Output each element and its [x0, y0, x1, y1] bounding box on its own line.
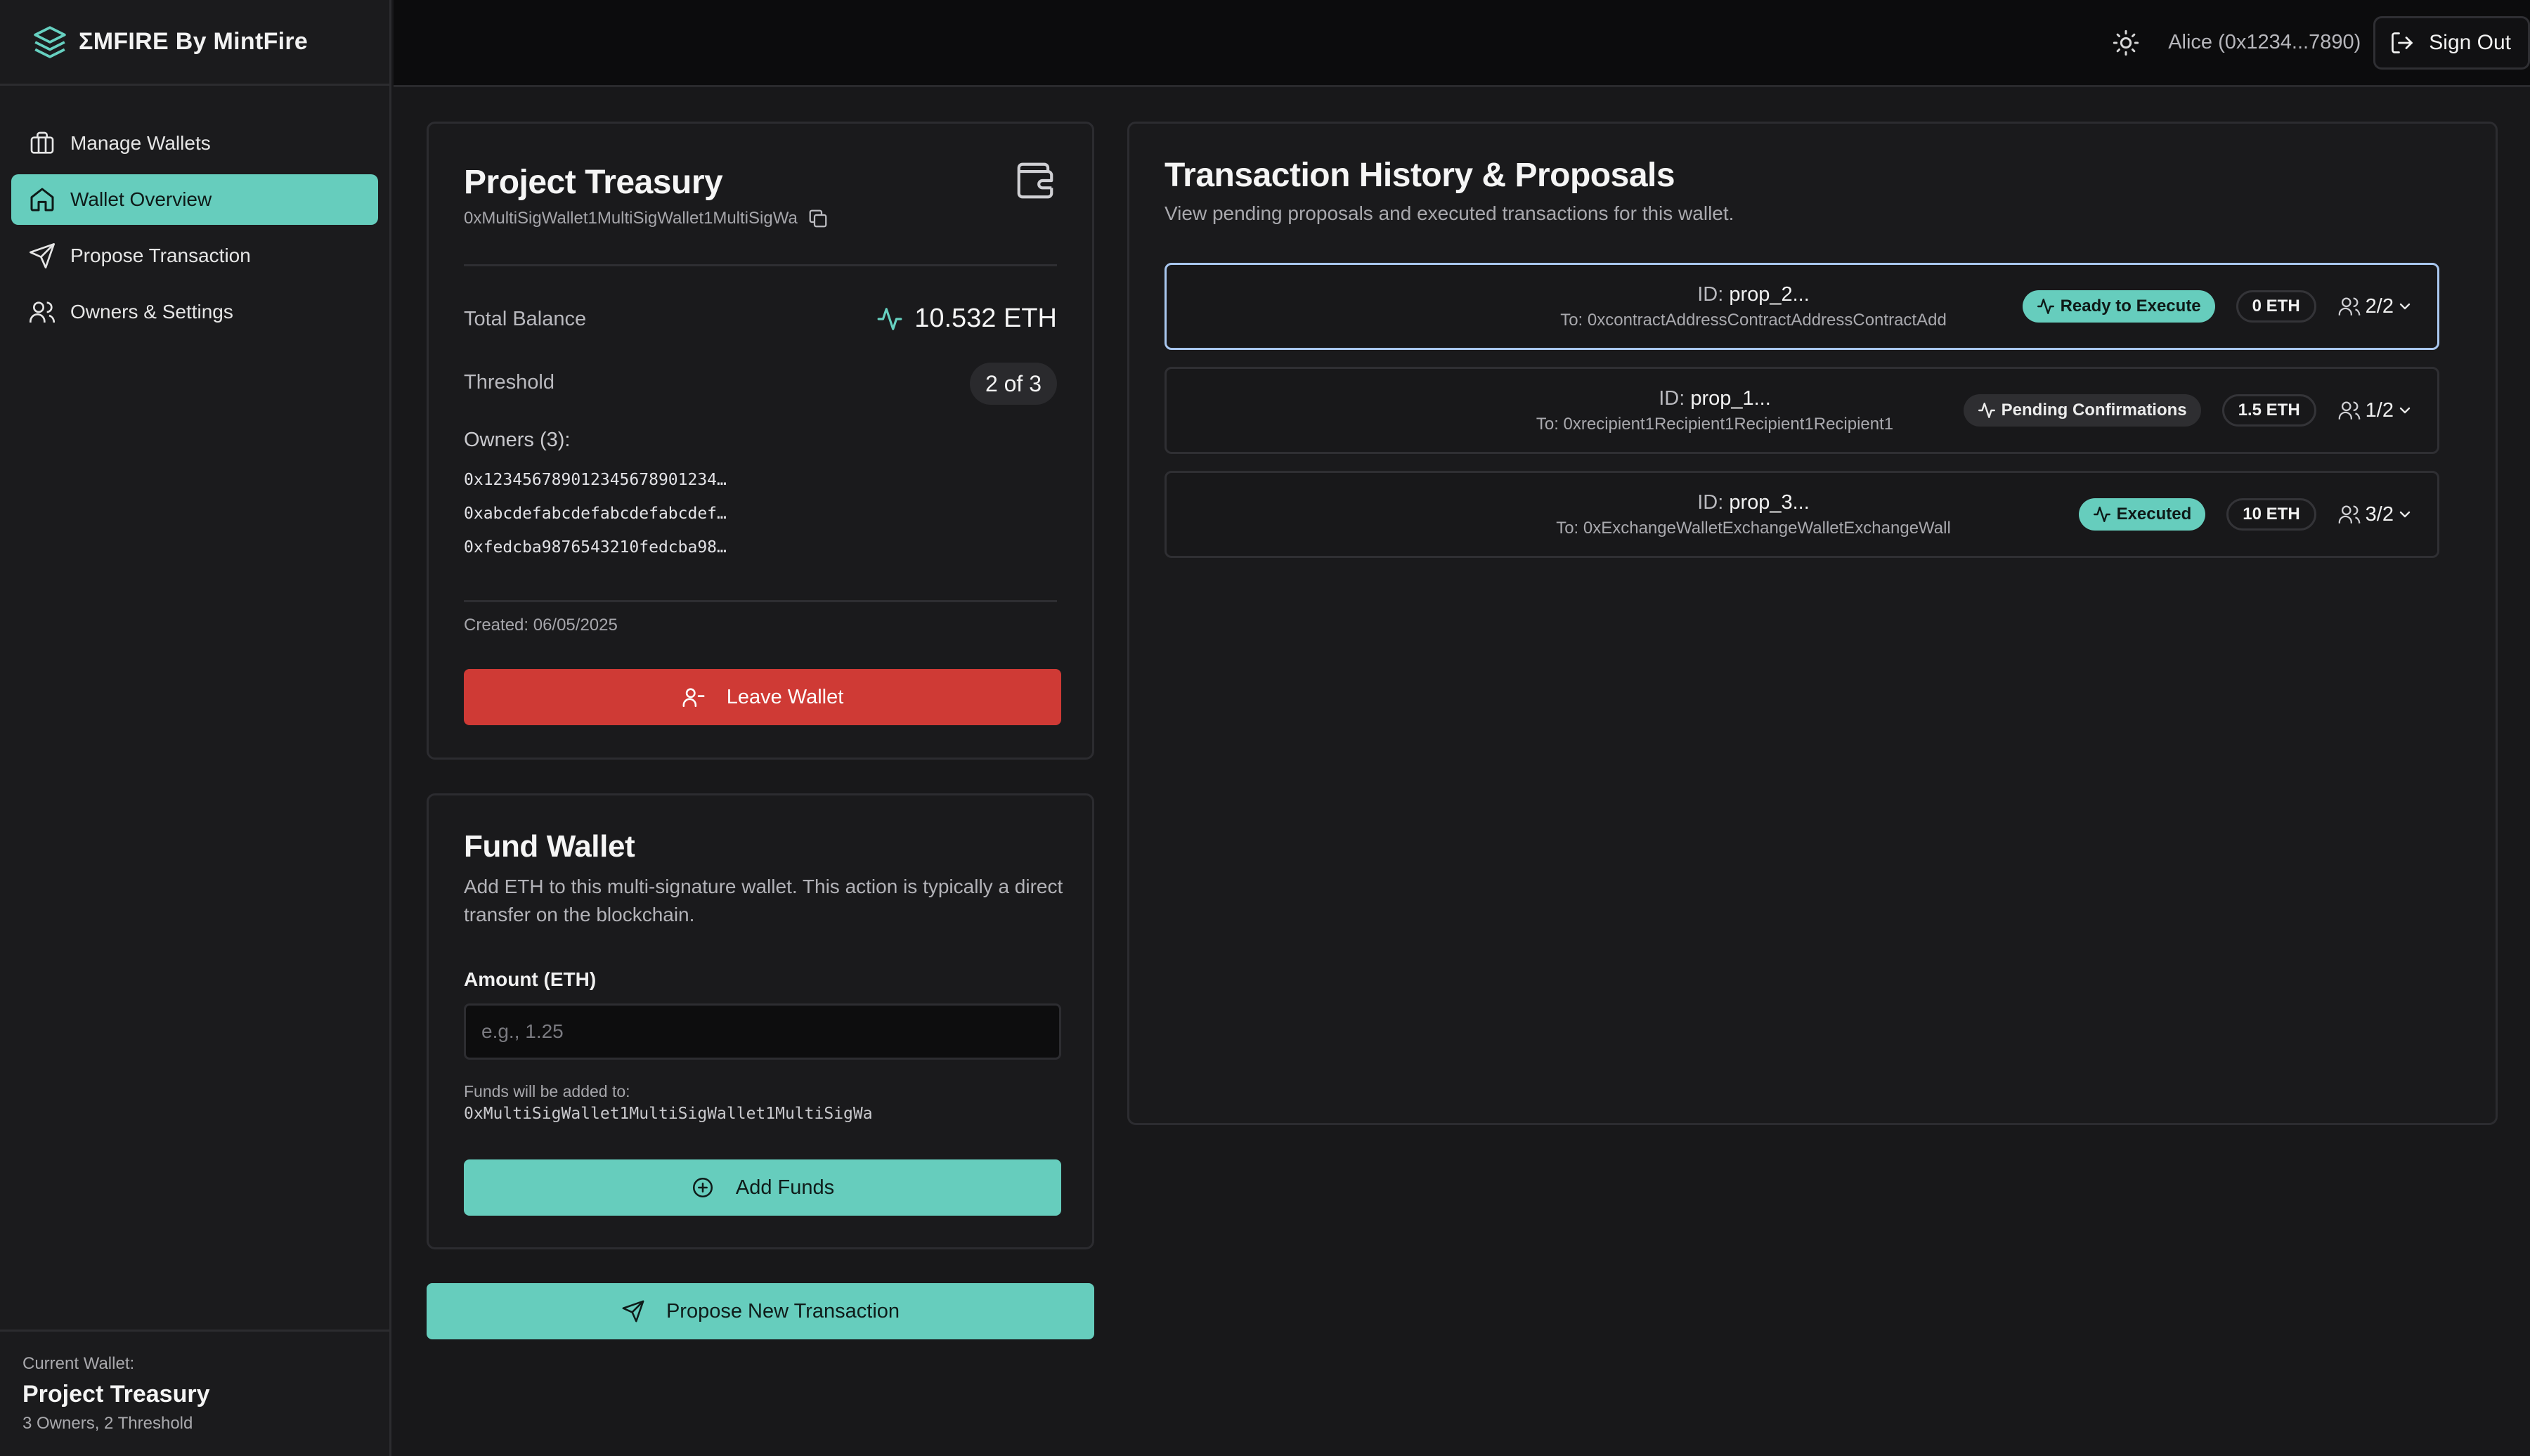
threshold-label: Threshold — [464, 371, 554, 394]
transaction-history-card: Transaction History & Proposals View pen… — [1127, 122, 2498, 1125]
sidebar-item-label: Owners & Settings — [70, 301, 233, 323]
leave-wallet-label: Leave Wallet — [726, 685, 844, 708]
fund-wallet-description: Add ETH to this multi-signature wallet. … — [464, 876, 1063, 925]
activity-icon — [2093, 507, 2110, 522]
owner-address: 0xfedcba9876543210fedcba98… — [464, 538, 727, 557]
amount-badge: 1.5 ETH — [2221, 394, 2316, 427]
wallet-address-text: 0xMultiSigWallet1MultiSigWallet1MultiSig… — [464, 209, 798, 228]
chevron-down-icon — [2399, 511, 2411, 518]
proposal-meta: Pending Confirmations 1.5 ETH 1/2 — [1963, 394, 2413, 427]
status-badge: Executed — [2078, 498, 2206, 531]
sidebar-nav: Manage Wallets Wallet Overview Propose T… — [0, 86, 389, 337]
chevron-down-icon — [2399, 407, 2411, 414]
signatures-toggle[interactable]: 3/2 — [2337, 502, 2413, 526]
funds-note: Funds will be added to: — [464, 1082, 630, 1100]
amount-input[interactable] — [464, 1003, 1061, 1060]
proposal-info: ID: prop_3... To: 0xExchangeWalletExchan… — [1363, 491, 2143, 538]
proposal-row[interactable]: ID: prop_1... To: 0xrecipient1Recipient1… — [1165, 367, 2439, 454]
funds-destination-address: 0xMultiSigWallet1MultiSigWallet1MultiSig… — [464, 1105, 873, 1123]
status-badge: Ready to Execute — [2022, 290, 2215, 323]
sign-out-label: Sign Out — [2429, 30, 2511, 54]
current-wallet-panel: Current Wallet: Project Treasury 3 Owner… — [0, 1330, 389, 1456]
signature-count: 2/2 — [2365, 294, 2394, 318]
brand[interactable]: ΣMFIRE By MintFire — [0, 0, 389, 86]
signature-count: 1/2 — [2365, 398, 2394, 422]
sidebar: ΣMFIRE By MintFire Manage Wallets Wallet… — [0, 0, 391, 1456]
propose-new-transaction-label: Propose New Transaction — [666, 1299, 900, 1322]
add-funds-label: Add Funds — [735, 1176, 835, 1199]
signatures-toggle[interactable]: 1/2 — [2337, 398, 2413, 422]
wallet-title: Project Treasury — [464, 164, 723, 201]
divider — [464, 600, 1057, 602]
divider — [464, 264, 1057, 266]
wallet-address: 0xMultiSigWallet1MultiSigWallet1MultiSig… — [464, 208, 829, 229]
leave-wallet-button[interactable]: Leave Wallet — [464, 669, 1061, 725]
sidebar-item-propose-transaction[interactable]: Propose Transaction — [11, 230, 378, 281]
amount-badge: 0 ETH — [2236, 290, 2316, 323]
send-icon — [622, 1300, 644, 1322]
users-icon — [2338, 505, 2360, 524]
wallet-summary-card: Project Treasury 0xMultiSigWallet1MultiS… — [427, 122, 1094, 760]
add-funds-button[interactable]: Add Funds — [464, 1159, 1061, 1216]
sidebar-item-owners-settings[interactable]: Owners & Settings — [11, 287, 378, 337]
activity-icon — [877, 307, 902, 330]
current-user: Alice (0x1234...7890) — [2168, 31, 2361, 53]
proposal-row[interactable]: ID: prop_2... To: 0xcontractAddressContr… — [1165, 263, 2439, 350]
users-icon — [2338, 401, 2360, 420]
created-date: Created: 06/05/2025 — [464, 616, 618, 635]
sun-icon[interactable] — [2112, 29, 2140, 57]
sidebar-item-wallet-overview[interactable]: Wallet Overview — [11, 174, 378, 225]
proposal-recipient: To: 0xExchangeWalletExchangeWalletExchan… — [1556, 519, 1951, 538]
users-icon — [2338, 297, 2360, 316]
home-icon — [30, 188, 54, 212]
user-minus-icon — [682, 688, 705, 708]
briefcase-icon — [30, 131, 54, 154]
sidebar-item-label: Wallet Overview — [70, 188, 212, 210]
proposal-meta: Ready to Execute 0 ETH 2/2 — [2022, 290, 2413, 323]
history-subtitle: View pending proposals and executed tran… — [1165, 202, 1734, 224]
threshold-badge: 2 of 3 — [969, 363, 1057, 405]
users-icon — [30, 301, 55, 323]
owner-address: 0x12345678901234567890123​4… — [464, 471, 727, 489]
propose-new-transaction-button[interactable]: Propose New Transaction — [427, 1283, 1094, 1339]
brand-name: ΣMFIRE By MintFire — [79, 28, 309, 55]
amount-label: Amount (ETH) — [464, 968, 597, 990]
owner-address: 0xabcdefabcdefabcdefabcdef… — [464, 505, 727, 523]
wallet-icon — [1017, 162, 1053, 199]
proposal-row[interactable]: ID: prop_3... To: 0xExchangeWalletExchan… — [1165, 471, 2439, 558]
sidebar-item-manage-wallets[interactable]: Manage Wallets — [11, 118, 378, 169]
send-icon — [30, 243, 55, 268]
sign-out-button[interactable]: Sign Out — [2373, 15, 2530, 70]
proposal-id: ID: prop_3... — [1697, 491, 1810, 514]
balance-value: 10.532 ETH — [914, 304, 1057, 333]
copy-icon[interactable] — [807, 208, 829, 229]
activity-icon — [2037, 299, 2054, 314]
history-title: Transaction History & Proposals — [1165, 157, 1675, 194]
plus-circle-icon — [692, 1177, 713, 1198]
fund-wallet-card: Fund Wallet Add ETH to this multi-signat… — [427, 793, 1094, 1249]
activity-icon — [1978, 403, 1995, 418]
proposal-meta: Executed 10 ETH 3/2 — [2078, 498, 2413, 531]
signature-count: 3/2 — [2365, 502, 2394, 526]
total-balance: 10.532 ETH — [876, 304, 1057, 334]
amount-badge: 10 ETH — [2226, 498, 2316, 531]
owners-title: Owners (3): — [464, 429, 571, 451]
sidebar-item-label: Propose Transaction — [70, 245, 251, 266]
current-wallet-name: Project Treasury — [22, 1381, 210, 1408]
current-wallet-label: Current Wallet: — [22, 1354, 135, 1373]
layers-logo-icon — [34, 25, 66, 58]
fund-wallet-title: Fund Wallet — [464, 829, 635, 864]
chevron-down-icon — [2399, 303, 2411, 310]
sidebar-item-label: Manage Wallets — [70, 132, 211, 154]
status-badge: Pending Confirmations — [1963, 394, 2201, 427]
signatures-toggle[interactable]: 2/2 — [2337, 294, 2413, 318]
log-out-icon — [2392, 32, 2413, 53]
total-balance-label: Total Balance — [464, 308, 587, 330]
current-wallet-meta: 3 Owners, 2 Threshold — [22, 1414, 193, 1433]
top-bar: Alice (0x1234...7890) Sign Out — [394, 0, 2530, 87]
